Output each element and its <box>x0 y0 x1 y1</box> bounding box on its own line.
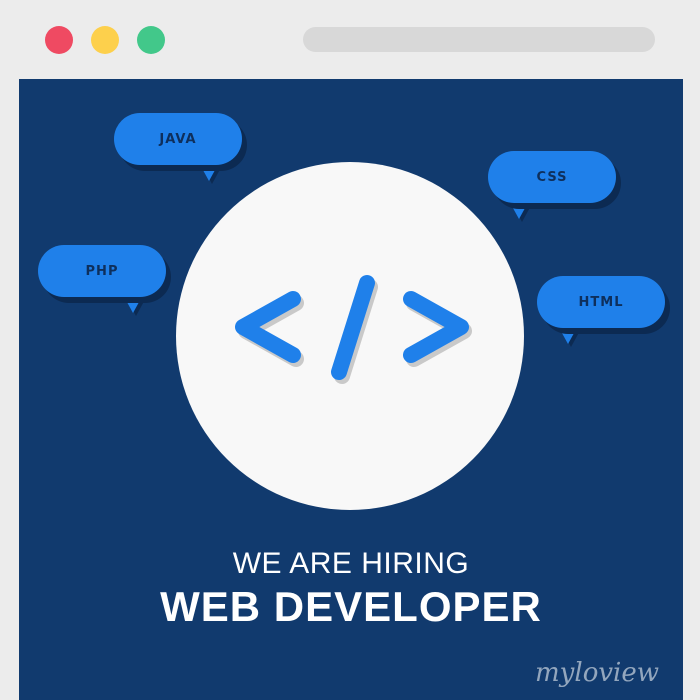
bubble-css: CSS <box>488 151 616 219</box>
close-dot[interactable] <box>45 26 73 54</box>
bubble-php-label: PHP <box>85 263 119 279</box>
bubble-php: PHP <box>38 245 166 313</box>
watermark: myloview <box>535 658 659 688</box>
role-title: WEB DEVELOPER <box>160 583 542 630</box>
hiring-headline: WE ARE HIRING <box>232 547 470 580</box>
browser-titlebar <box>0 0 700 80</box>
code-icon <box>235 275 472 384</box>
bubble-html: HTML <box>537 276 665 344</box>
bubble-java-label: JAVA <box>159 131 197 147</box>
bubble-css-label: CSS <box>536 169 568 185</box>
content-panel: JAVA CSS PHP HTML WE ARE HIRING WEB DEVE… <box>19 79 683 700</box>
maximize-dot[interactable] <box>137 26 165 54</box>
minimize-dot[interactable] <box>91 26 119 54</box>
bubble-java: JAVA <box>114 113 242 181</box>
bubble-html-label: HTML <box>578 294 624 310</box>
address-bar[interactable] <box>303 27 655 52</box>
